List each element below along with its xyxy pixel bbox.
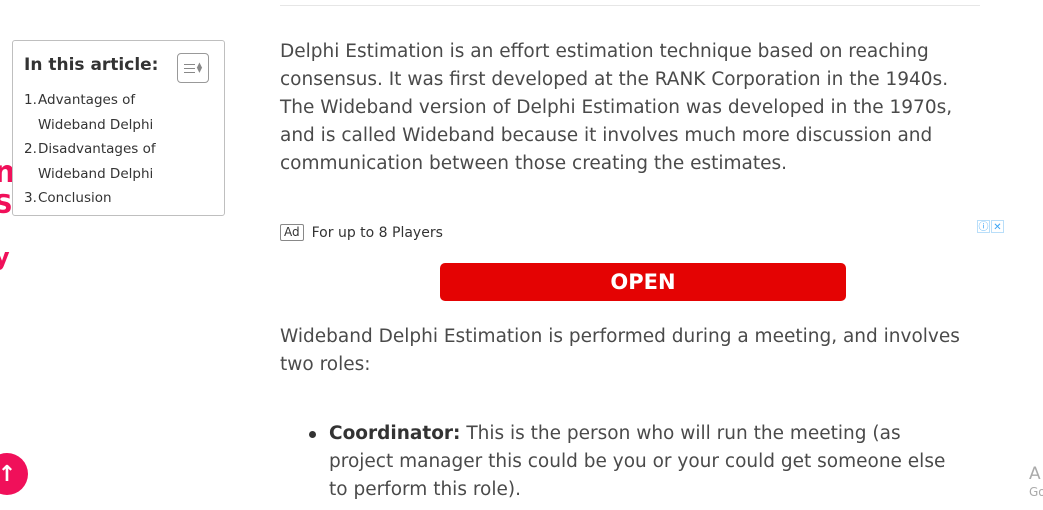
toc-item-number: 2. xyxy=(24,141,37,157)
toc-item-number: 3. xyxy=(24,190,37,206)
top-divider xyxy=(280,5,980,6)
ad-badge: Ad xyxy=(280,224,304,241)
toc-link-advantages[interactable]: Advantages of Wideband Delphi xyxy=(38,88,168,137)
ad-close-icon[interactable]: ✕ xyxy=(991,220,1004,233)
side-fragment: S xyxy=(0,190,13,220)
ad-label: Ad For up to 8 Players xyxy=(280,224,443,241)
list-item: Coordinator: This is the person who will… xyxy=(309,420,969,504)
corner-text: A xyxy=(1029,464,1041,484)
scroll-to-top-button[interactable]: ↑ xyxy=(0,453,28,495)
list-toggle-icon[interactable]: ▲ ▼ xyxy=(177,53,209,83)
toc-link-conclusion[interactable]: Conclusion xyxy=(38,186,168,211)
role-term: Coordinator: xyxy=(329,423,461,444)
arrow-up-icon: ↑ xyxy=(0,461,17,487)
roles-intro-paragraph: Wideband Delphi Estimation is performed … xyxy=(280,326,960,375)
ad-controls: ⓘ ✕ xyxy=(977,220,1004,233)
ad-headline[interactable]: For up to 8 Players xyxy=(312,225,443,241)
ad-open-button[interactable]: OPEN xyxy=(440,263,846,301)
roles-list: Coordinator: This is the person who will… xyxy=(309,420,969,504)
intro-paragraph: Delphi Estimation is an effort estimatio… xyxy=(280,41,953,174)
toc-title: In this article: xyxy=(24,55,159,75)
corner-fragment: A Go xyxy=(1029,464,1043,500)
ad-info-icon[interactable]: ⓘ xyxy=(977,220,990,233)
table-of-contents: In this article: ▲ ▼ 1. Advantages of Wid… xyxy=(12,40,225,216)
corner-subtext: Go xyxy=(1029,485,1043,499)
toc-item[interactable]: 1. Advantages of Wideband Delphi xyxy=(24,88,168,137)
toc-link-disadvantages[interactable]: Disadvantages of Wideband Delphi xyxy=(38,137,168,186)
toc-item[interactable]: 2. Disadvantages of Wideband Delphi xyxy=(24,137,168,186)
toc-item-number: 1. xyxy=(24,92,37,108)
toc-list: 1. Advantages of Wideband Delphi 2. Disa… xyxy=(24,88,168,211)
toc-item[interactable]: 3. Conclusion xyxy=(24,186,168,211)
side-fragment: y xyxy=(0,243,10,271)
